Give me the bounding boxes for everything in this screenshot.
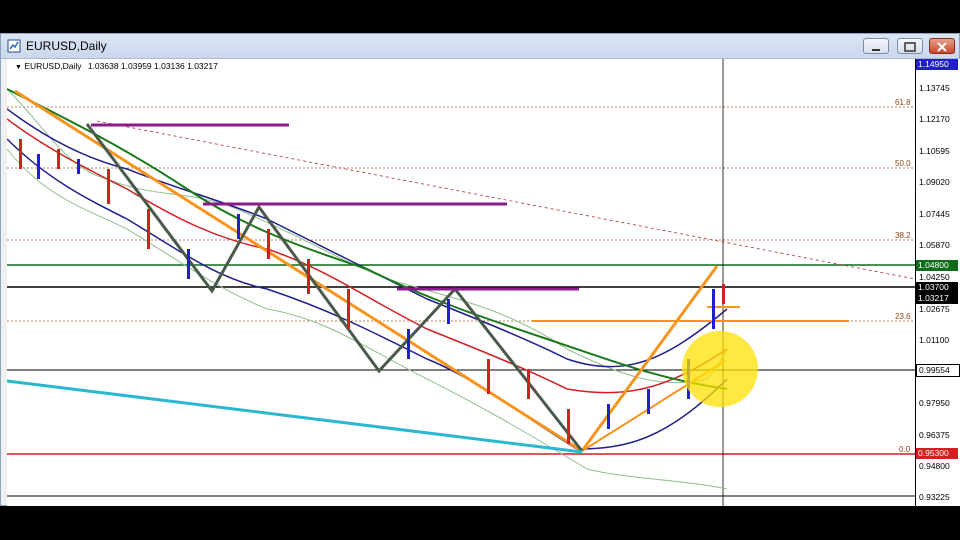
chart-icon xyxy=(7,39,21,53)
price-tick: 1.05870 xyxy=(919,240,950,250)
outer-band-top xyxy=(7,88,728,384)
blue-band-top xyxy=(7,108,728,368)
price-box-high: 1.14950 xyxy=(916,59,958,70)
green-moving-average xyxy=(7,88,728,390)
title-bar: EURUSD,Daily xyxy=(1,34,959,59)
outer-band-bottom xyxy=(7,148,728,490)
fib-label-236: 23.6 xyxy=(895,312,911,321)
price-tick: 1.12170 xyxy=(919,114,950,124)
price-box-green: 1.04800 xyxy=(916,260,958,271)
price-box-black: 1.03700 xyxy=(916,282,958,293)
price-axis: 1.14950 1.13745 1.12170 1.10595 1.09020 … xyxy=(915,59,960,506)
fib-label-50: 50.0 xyxy=(895,159,911,168)
price-tick: 1.04250 xyxy=(919,272,950,282)
minimize-button[interactable] xyxy=(863,38,889,54)
price-tick: 1.10595 xyxy=(919,146,950,156)
price-tick: 0.96375 xyxy=(919,430,950,440)
price-tick: 1.01100 xyxy=(919,335,950,345)
price-chart[interactable]: ▼ EURUSD,Daily 1.03638 1.03959 1.03136 1… xyxy=(7,59,915,506)
fib-label-0: 0.0 xyxy=(899,445,911,454)
price-tick: 0.94800 xyxy=(919,461,950,471)
orange-downtrend-line xyxy=(14,89,583,453)
price-tick: 0.93225 xyxy=(919,492,950,502)
highlight-circle xyxy=(682,331,758,407)
price-box-current: 1.03217 xyxy=(916,293,958,304)
close-button[interactable] xyxy=(929,38,955,54)
chart-window: EURUSD,Daily ▼ EURUSD,Daily 1.03638 1.03… xyxy=(0,33,960,506)
price-tick: 1.09020 xyxy=(919,177,950,187)
price-box-red: 0.95300 xyxy=(916,448,958,459)
price-tick: 1.02675 xyxy=(919,304,950,314)
maximize-button[interactable] xyxy=(897,38,923,54)
price-tick: 1.07445 xyxy=(919,209,950,219)
price-box-low: 0.99554 xyxy=(916,364,960,377)
price-tick: 0.97950 xyxy=(919,398,950,408)
close-icon xyxy=(937,42,947,52)
maximize-icon xyxy=(904,42,916,52)
cyan-trend-line xyxy=(7,379,583,454)
minimize-icon xyxy=(872,49,880,51)
price-tick: 1.13745 xyxy=(919,83,950,93)
fib-label-382: 38.2 xyxy=(895,231,911,240)
chart-canvas xyxy=(7,59,915,506)
dashed-trend-line xyxy=(96,120,915,280)
window-title: EURUSD,Daily xyxy=(26,39,107,53)
fib-label-618: 61.8 xyxy=(895,98,911,107)
